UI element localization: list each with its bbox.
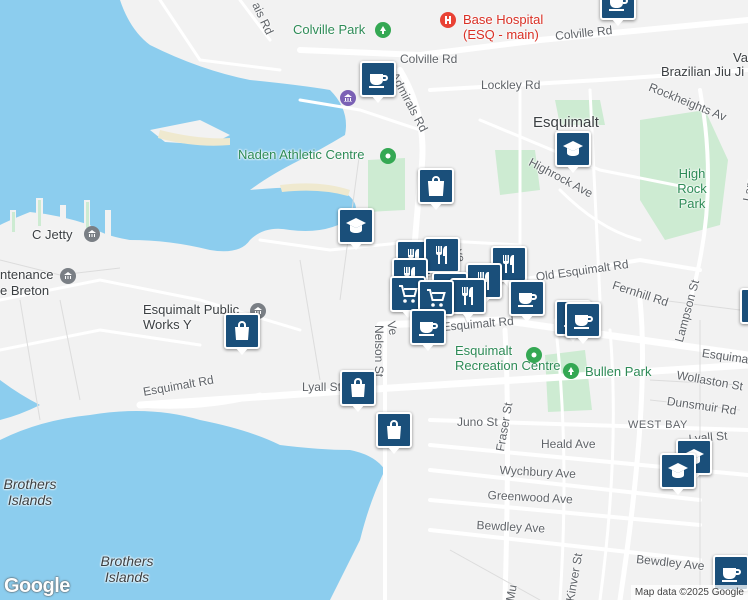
bullen-park-poi-icon[interactable]: [563, 363, 579, 379]
cafe-pin[interactable]: [509, 280, 545, 322]
shop-pin[interactable]: [224, 313, 260, 355]
coffee-cup-icon: [574, 315, 593, 329]
place-label-brazilian-jiu-jitsu: Brazilian Jiu Ji: [661, 64, 745, 79]
place-label-va: Va: [733, 50, 748, 65]
fork-knife-icon: [436, 246, 447, 264]
shop-pin[interactable]: [376, 412, 412, 454]
cafe-pin[interactable]: [360, 61, 396, 103]
coffee-cup-icon: [518, 293, 537, 307]
shopping-bag-icon: [427, 176, 445, 196]
graduation-cap-icon: [668, 463, 688, 478]
shopping-bag-icon: [351, 378, 365, 397]
cafe-pin[interactable]: [410, 309, 446, 351]
street-label-colville-rd: Colville Rd: [400, 52, 458, 66]
street-label-lockley-rd: Lockley Rd: [481, 78, 541, 92]
street-label-ve: Ve: [384, 320, 401, 337]
shop-pin[interactable]: [340, 370, 376, 412]
cart-icon: [399, 285, 418, 303]
park-poi-icon[interactable]: [375, 22, 391, 38]
place-label-esquimalt: Esquimalt: [533, 114, 599, 131]
coffee-cup-icon: [419, 322, 438, 336]
rec-centre-poi-icon[interactable]: [526, 347, 542, 363]
place-label-colville-park: Colville Park: [293, 22, 366, 37]
street-label-heald-ave: Heald Ave: [541, 437, 596, 451]
place-label-cape-breton: e Breton: [0, 283, 50, 298]
place-label-naden-athletic-centre: Naden Athletic Centre: [238, 147, 365, 162]
shopping-bag-icon: [387, 420, 401, 439]
map-canvas[interactable]: Colville Rd Colville Rd Lockley Rd Admir…: [0, 0, 748, 600]
c-jetty-landmark-icon[interactable]: [84, 226, 100, 242]
school-pin[interactable]: [555, 131, 591, 173]
restaurant-pin[interactable]: [450, 278, 486, 320]
place-label-base-hospital: Base Hospital (ESQ - main): [463, 12, 544, 42]
street-label-mu: Mu: [503, 583, 520, 600]
museum-poi-icon[interactable]: [340, 90, 356, 106]
school-pin[interactable]: [338, 208, 374, 250]
shop-pin[interactable]: [418, 168, 454, 210]
cafe-pin[interactable]: [565, 302, 601, 344]
school-pin[interactable]: [660, 453, 696, 495]
place-label-bullen-park: Bullen Park: [585, 364, 652, 379]
coffee-cup-icon: [369, 74, 388, 88]
graduation-cap-icon: [563, 141, 583, 156]
coffee-cup-icon: [609, 0, 628, 11]
coffee-cup-icon: [722, 568, 741, 582]
google-logo: Google: [4, 575, 70, 597]
fork-knife-icon: [462, 287, 473, 305]
street-label-lyall-st: Lyall St: [302, 380, 341, 394]
restaurant-pin[interactable]: [424, 237, 460, 279]
hospital-poi-icon[interactable]: [440, 12, 456, 28]
gym-poi-icon[interactable]: [380, 148, 396, 164]
graduation-cap-icon: [346, 218, 366, 233]
street-label-juno-st: Juno St: [457, 415, 498, 429]
cart-icon: [427, 289, 446, 307]
place-label-maintenance: ntenance: [0, 267, 54, 282]
place-label-brothers-islands: Brothers Islands: [3, 476, 57, 508]
partial-pin-edge[interactable]: [740, 288, 748, 324]
cafe-pin[interactable]: [600, 0, 636, 26]
maintenance-landmark-icon[interactable]: [60, 268, 76, 284]
place-label-west-bay: WEST BAY: [628, 419, 688, 431]
place-label-brothers-islands: Brothers Islands: [100, 553, 154, 585]
place-label-high-rock-park: High Rock Park: [677, 166, 707, 211]
shopping-bag-icon: [235, 321, 249, 340]
place-label-esquimalt-recreation-centre: Esquimalt Recreation Centre: [455, 343, 561, 373]
place-label-c-jetty: C Jetty: [32, 227, 73, 242]
map-attribution: Map data ©2025 Google: [630, 585, 748, 600]
